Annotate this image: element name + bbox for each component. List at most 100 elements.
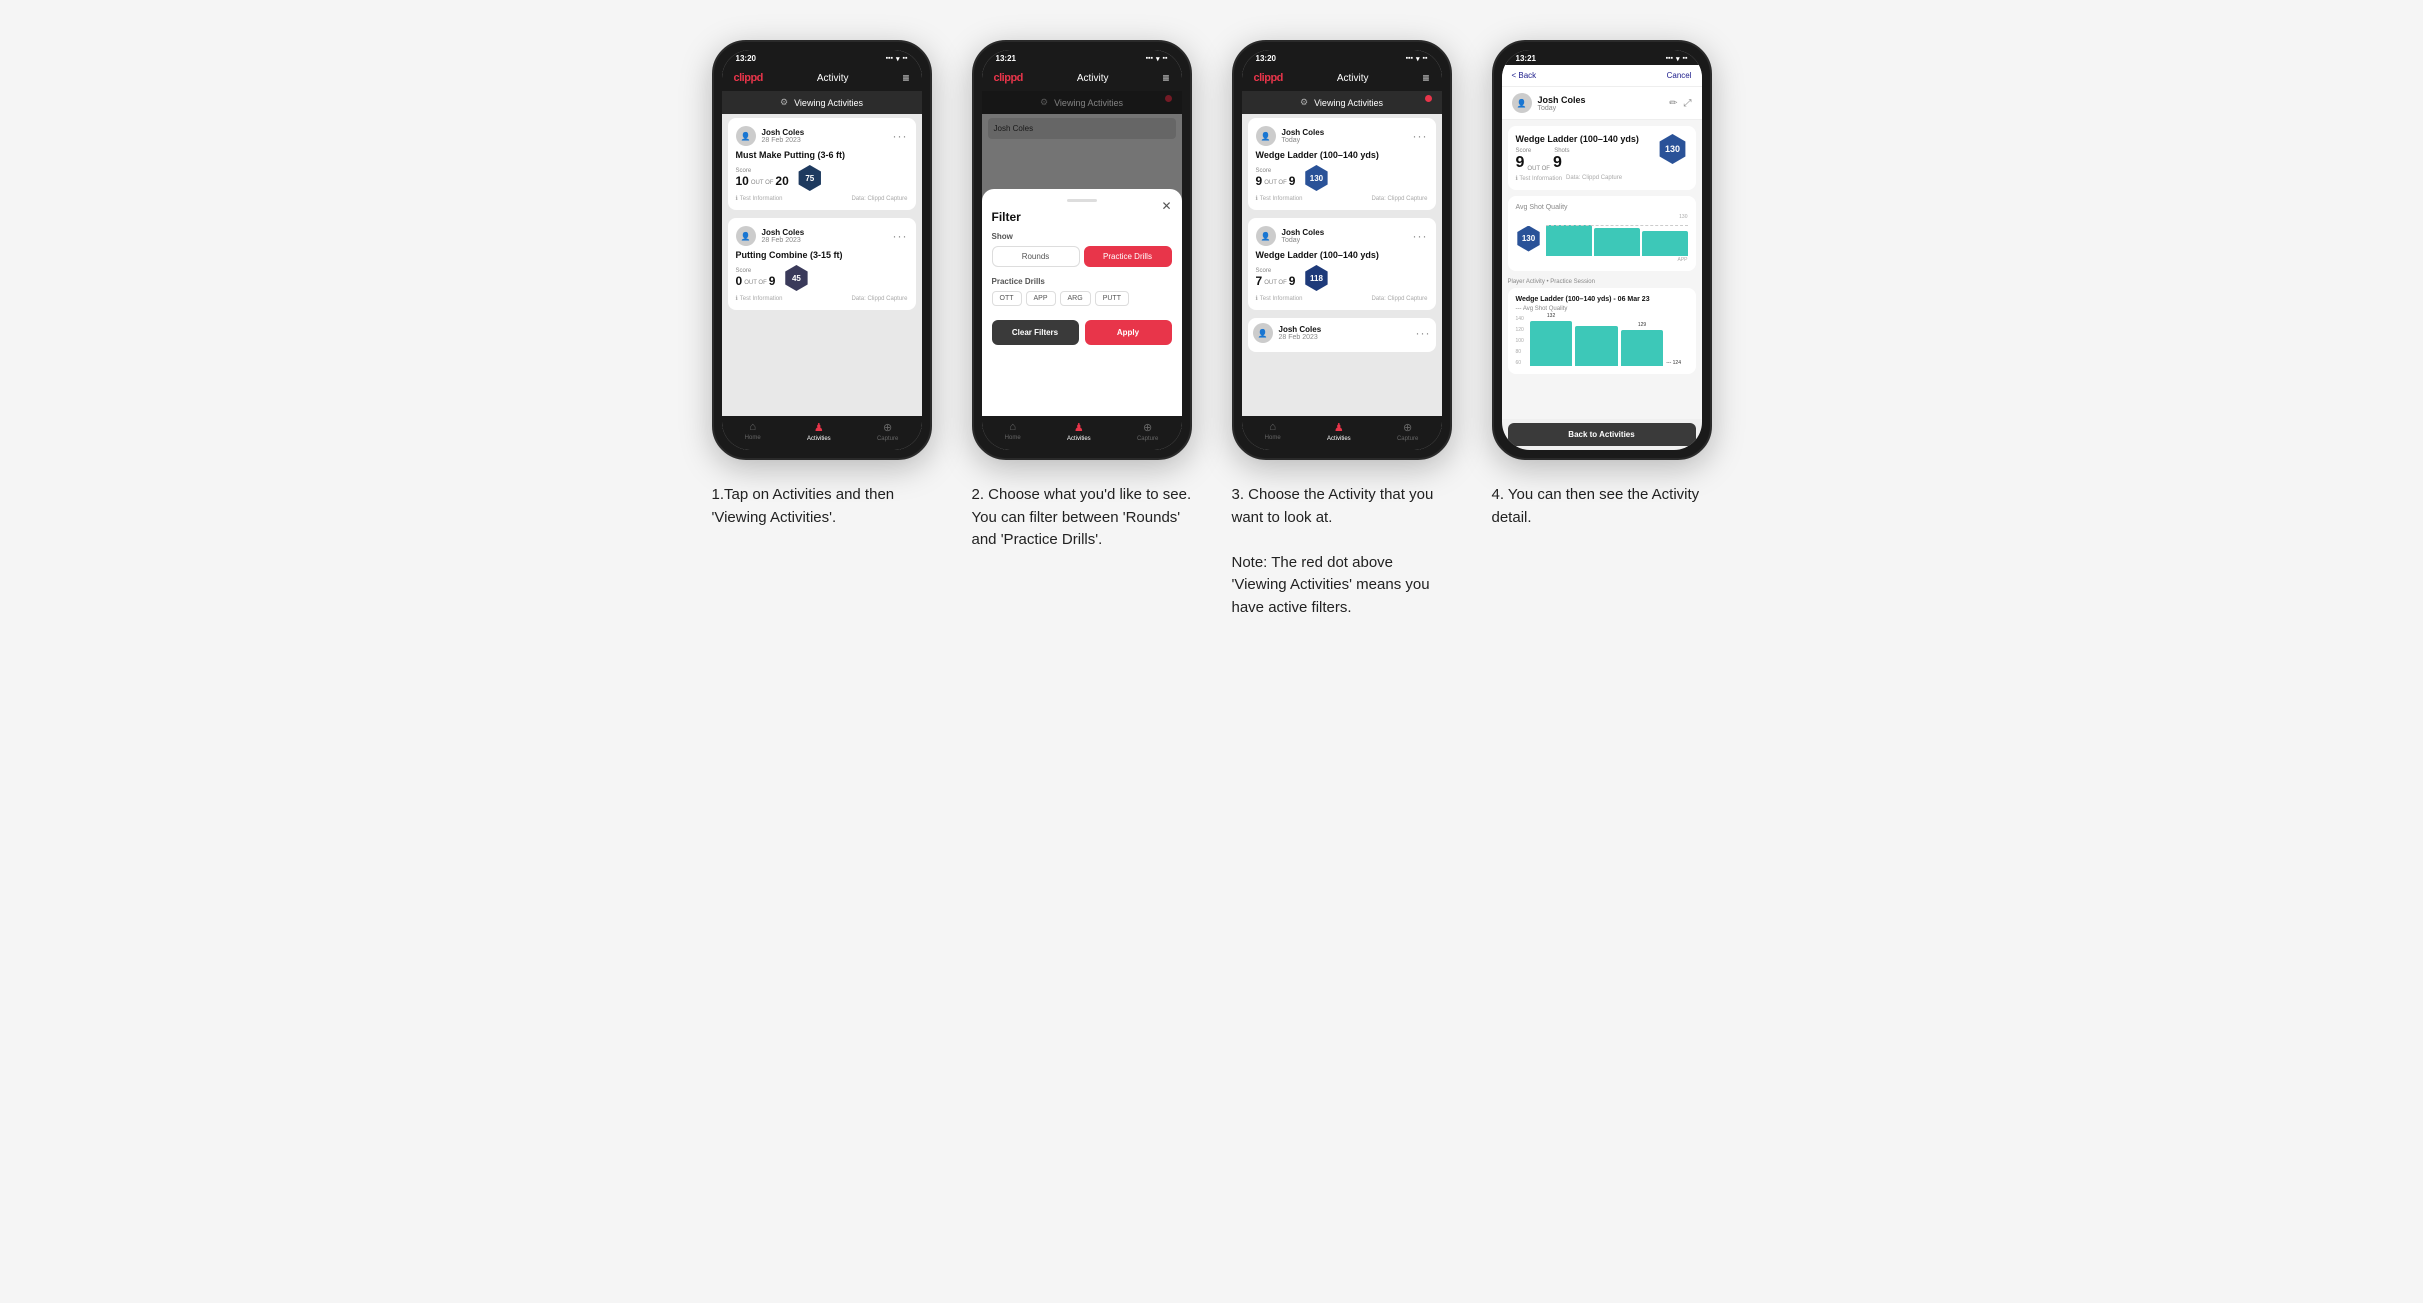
stat-score-1-2: Score 0 OUT OF 9 bbox=[736, 268, 776, 288]
status-bar-3: 13:20 ▪▪▪ ▾ ▪▪ bbox=[1242, 50, 1442, 65]
filter-close-btn[interactable]: ✕ bbox=[1161, 199, 1171, 213]
footer-info-right-3-2: Data: Clippd Capture bbox=[1371, 296, 1427, 302]
stat-score-3-2: Score 7 OUT OF 9 bbox=[1256, 268, 1296, 288]
nav-logo-2: clippd bbox=[994, 72, 1023, 84]
sub-chart-bars-4: 140 120 100 80 60 132 bbox=[1516, 316, 1688, 366]
nav-title-3: Activity bbox=[1337, 73, 1369, 84]
activity-card-3-1[interactable]: 👤 Josh Coles Today ··· Wedge Ladder (100… bbox=[1248, 118, 1436, 210]
detail-user-date-4: Today bbox=[1538, 105, 1670, 112]
bottom-nav-capture-2[interactable]: ⊕ Capture bbox=[1137, 421, 1158, 442]
edit-icon-4[interactable]: ✏ bbox=[1669, 98, 1677, 109]
activity-card-3-2[interactable]: 👤 Josh Coles Today ··· Wedge Ladder (100… bbox=[1248, 218, 1436, 310]
status-icons-1: ▪▪▪ ▾ ▪▪ bbox=[886, 55, 908, 63]
activity-card-1-2[interactable]: 👤 Josh Coles 28 Feb 2023 ··· Putting Com… bbox=[728, 218, 916, 310]
activity-card-3-3[interactable]: 👤 Josh Coles 28 Feb 2023 ··· bbox=[1248, 318, 1436, 352]
caption-4: 4. You can then see the Activity detail. bbox=[1492, 484, 1712, 529]
sub-bar-2-4 bbox=[1575, 326, 1617, 366]
screen-content-3: ⚙ Viewing Activities 👤 Josh Coles Today bbox=[1242, 91, 1442, 416]
card-header-3-1: 👤 Josh Coles Today ··· bbox=[1256, 126, 1428, 146]
bottom-nav-home-1[interactable]: ⌂ Home bbox=[745, 421, 761, 442]
bottom-nav-home-3[interactable]: ⌂ Home bbox=[1265, 421, 1281, 442]
detail-test-info-4: ℹ Test Information bbox=[1516, 175, 1563, 182]
bottom-nav-activities-2[interactable]: ♟ Activities bbox=[1067, 421, 1091, 442]
card-dots-1-2[interactable]: ··· bbox=[893, 229, 908, 243]
card-stats-1-1: Score 10 OUT OF 20 75 bbox=[736, 165, 908, 191]
filter-title-2: Filter bbox=[992, 210, 1172, 224]
caption-text-4: 4. You can then see the Activity detail. bbox=[1492, 486, 1700, 526]
capture-icon-3: ⊕ bbox=[1403, 421, 1412, 434]
outof-3-1: OUT OF bbox=[1264, 180, 1287, 186]
bottom-nav-activities-1[interactable]: ♟ Activities bbox=[807, 421, 831, 442]
chip-putt[interactable]: PUTT bbox=[1095, 291, 1129, 306]
home-label-3: Home bbox=[1265, 435, 1281, 441]
phone-frame-2: 13:21 ▪▪▪ ▾ ▪▪ clippd Activity ≡ bbox=[972, 40, 1192, 460]
bottom-nav-3: ⌂ Home ♟ Activities ⊕ Capture bbox=[1242, 416, 1442, 450]
chart-avg-line-4 bbox=[1546, 225, 1688, 226]
nav-title-1: Activity bbox=[817, 73, 849, 84]
score-value-1-1: 10 bbox=[736, 174, 749, 188]
bottom-nav-home-2[interactable]: ⌂ Home bbox=[1005, 421, 1021, 442]
page-container: 13:20 ▪▪▪ ▾ ▪▪ clippd Activity ≡ ⚙ bbox=[712, 40, 1712, 619]
viewing-activities-bar-3[interactable]: ⚙ Viewing Activities bbox=[1242, 91, 1442, 114]
activities-icon-2: ♟ bbox=[1074, 421, 1084, 434]
sub-bar-4-4: --- 124 bbox=[1666, 360, 1687, 366]
nav-bar-2: clippd Activity ≡ bbox=[982, 65, 1182, 91]
bottom-nav-capture-3[interactable]: ⊕ Capture bbox=[1397, 421, 1418, 442]
chart-bar-3-4 bbox=[1642, 231, 1688, 256]
screen-background-2: ⚙ Viewing Activities Josh Coles ✕ bbox=[982, 91, 1182, 416]
avatar-4: 👤 bbox=[1512, 93, 1532, 113]
card-dots-3-3[interactable]: ··· bbox=[1416, 326, 1431, 340]
card-dots-3-2[interactable]: ··· bbox=[1413, 229, 1428, 243]
back-btn-4[interactable]: < Back bbox=[1512, 71, 1537, 80]
clear-filters-btn[interactable]: Clear Filters bbox=[992, 320, 1079, 345]
user-name-3-2: Josh Coles bbox=[1282, 228, 1413, 237]
expand-icon-4[interactable]: ⤢ bbox=[1684, 98, 1692, 109]
status-time-1: 13:20 bbox=[736, 54, 756, 63]
card-stats-3-1: Score 9 OUT OF 9 130 bbox=[1256, 165, 1428, 191]
nav-menu-1[interactable]: ≡ bbox=[902, 71, 909, 85]
detail-score-card-4: Wedge Ladder (100–140 yds) Score Shots 9… bbox=[1508, 126, 1696, 190]
chip-arg[interactable]: ARG bbox=[1060, 291, 1091, 306]
caption-3: 3. Choose the Activity that you want to … bbox=[1232, 484, 1452, 619]
outof-1-1: OUT OF bbox=[751, 180, 774, 186]
nav-menu-3[interactable]: ≡ bbox=[1422, 71, 1429, 85]
shots-value-3-2: 9 bbox=[1289, 274, 1296, 288]
activities-label-3: Activities bbox=[1327, 436, 1351, 442]
caption-1: 1.Tap on Activities and then 'Viewing Ac… bbox=[712, 484, 932, 529]
phone-screen-4: 13:21 ▪▪▪ ▾ ▪▪ < Back Cancel 👤 Jos bbox=[1502, 50, 1702, 450]
back-to-activities-btn-4[interactable]: Back to Activities bbox=[1508, 423, 1696, 446]
user-name-3-3: Josh Coles bbox=[1279, 325, 1416, 334]
caption-text-1: 1.Tap on Activities and then 'Viewing Ac… bbox=[712, 486, 895, 526]
bottom-nav-activities-3[interactable]: ♟ Activities bbox=[1327, 421, 1351, 442]
chip-app[interactable]: APP bbox=[1026, 291, 1056, 306]
filter-handle-2 bbox=[1067, 199, 1097, 202]
user-info-3-2: Josh Coles Today bbox=[1282, 228, 1413, 244]
activity-card-1-1[interactable]: 👤 Josh Coles 28 Feb 2023 ··· Must Make P… bbox=[728, 118, 916, 210]
practice-session-4: Player Activity • Practice Session bbox=[1508, 277, 1696, 288]
card-dots-3-1[interactable]: ··· bbox=[1413, 129, 1428, 143]
score-value-3-2: 7 bbox=[1256, 274, 1263, 288]
home-label-1: Home bbox=[745, 435, 761, 441]
chart-bar-1-4 bbox=[1546, 225, 1592, 257]
card-footer-3-1: ℹ Test Information Data: Clippd Capture bbox=[1256, 195, 1428, 202]
apply-btn[interactable]: Apply bbox=[1085, 320, 1172, 345]
signal-icon-4: ▪▪▪ bbox=[1666, 55, 1673, 62]
battery-icon-4: ▪▪ bbox=[1683, 55, 1688, 62]
bottom-nav-1: ⌂ Home ♟ Activities ⊕ Capture bbox=[722, 416, 922, 450]
footer-info-left-3-1: ℹ Test Information bbox=[1256, 195, 1303, 202]
rounds-btn[interactable]: Rounds bbox=[992, 246, 1080, 267]
bar-text-3: Viewing Activities bbox=[1314, 98, 1383, 108]
stat-score-1-1: Score 10 OUT OF 20 bbox=[736, 168, 789, 188]
card-dots-1-1[interactable]: ··· bbox=[893, 129, 908, 143]
nav-menu-2[interactable]: ≡ bbox=[1162, 71, 1169, 85]
footer-info-left-3-2: ℹ Test Information bbox=[1256, 295, 1303, 302]
capture-icon-1: ⊕ bbox=[883, 421, 892, 434]
cancel-btn-4[interactable]: Cancel bbox=[1667, 71, 1692, 80]
viewing-activities-bar-1[interactable]: ⚙ Viewing Activities bbox=[722, 91, 922, 114]
phone-screen-2: 13:21 ▪▪▪ ▾ ▪▪ clippd Activity ≡ bbox=[982, 50, 1182, 450]
bottom-nav-capture-1[interactable]: ⊕ Capture bbox=[877, 421, 898, 442]
chip-ott[interactable]: OTT bbox=[992, 291, 1022, 306]
status-icons-2: ▪▪▪ ▾ ▪▪ bbox=[1146, 55, 1168, 63]
practice-drills-btn[interactable]: Practice Drills bbox=[1084, 246, 1172, 267]
user-date-3-1: Today bbox=[1282, 137, 1413, 144]
